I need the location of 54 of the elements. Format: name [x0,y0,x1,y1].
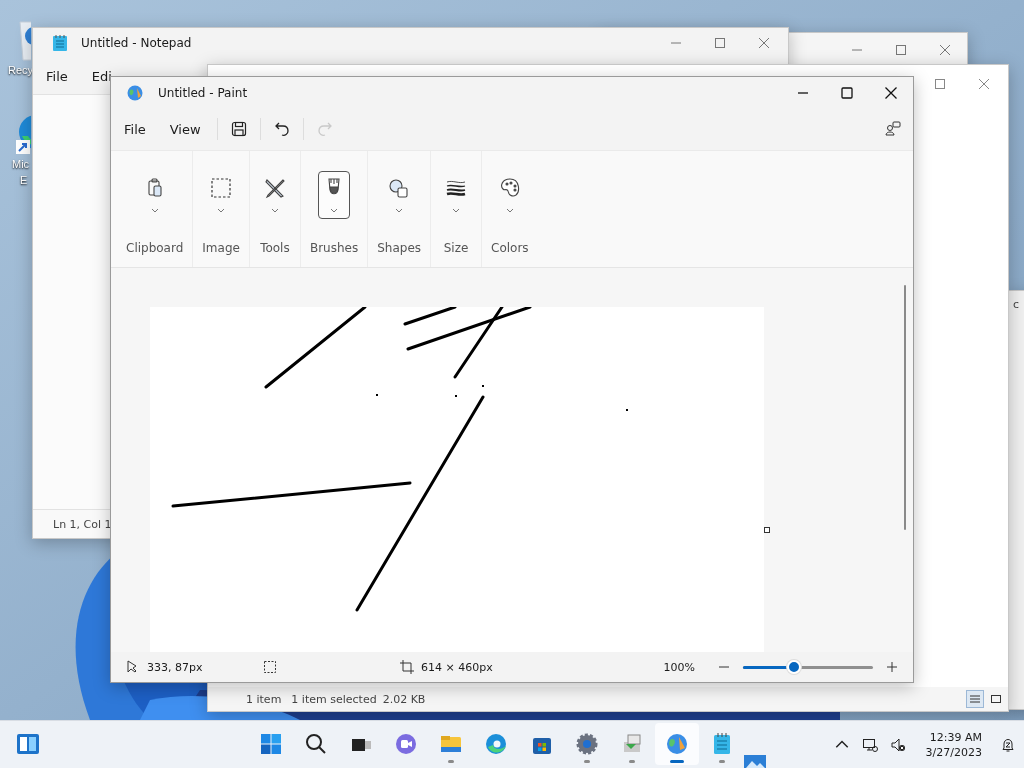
square-icon [990,693,1002,705]
notepad-icon [52,34,68,52]
canvas-size: 614 × 460px [421,660,493,674]
feedback-icon[interactable] [884,120,902,138]
chevron-down-icon [394,208,405,214]
column-header: c [1013,298,1020,311]
ribbon-group-label: Image [202,241,240,255]
chevron-down-icon [216,208,227,214]
brushes-tool-button[interactable] [318,171,351,219]
chevron-down-icon [329,208,340,214]
notification-bell-icon[interactable] [1000,737,1016,753]
zoom-slider[interactable] [743,660,873,674]
chevron-down-icon [451,208,461,214]
start-app-icon [259,732,283,756]
resize-handle[interactable] [764,527,770,533]
menu-item[interactable]: File [46,68,68,84]
paint-app-icon [664,732,689,756]
edge-app-icon [484,732,509,756]
paint-taskbar-button[interactable] [654,723,699,765]
image-icon [209,176,234,200]
photo-drag-icon [744,755,766,768]
window-title: Untitled - Paint [158,85,248,100]
status-text: 2.02 KB [382,692,426,706]
ribbon-group-label: Clipboard [126,241,184,255]
chat-app-icon [394,732,419,756]
menu-item[interactable]: File [124,121,146,137]
status-text: 1 item [246,692,282,706]
cursor-position: 333, 87px [147,660,204,674]
ribbon-group-label: Tools [260,241,290,255]
chevron-down-icon [149,208,160,214]
clock-time[interactable]: 12:39 AM [929,730,982,745]
widgets-icon[interactable] [16,732,40,756]
window-title: Untitled - Notepad [81,36,192,50]
status-text: 1 item selected [291,692,377,706]
menu-item[interactable]: View [169,121,201,137]
ribbon-group-label: Shapes [377,241,421,255]
chevron-down-icon [269,208,280,214]
pointer-icon [125,660,139,674]
clock-date[interactable]: 3/27/2023 [925,745,982,760]
list-lines-icon [969,693,981,705]
zoom-percent: 100% [663,660,695,674]
palette-globe-icon [126,83,144,102]
ribbon-group-label: Brushes [309,241,359,255]
ribbon-group-label: Colors [491,241,529,255]
ribbon-group-label: Size [443,241,469,255]
chevron-down-icon [504,208,515,214]
muted-speaker-icon[interactable] [889,737,906,753]
selection-icon [263,660,277,674]
status-text: Ln 1, Col 1 [53,517,112,531]
network-icon[interactable] [861,737,878,753]
settings-app-icon [574,732,599,756]
canvas-size-icon [400,660,414,674]
zoom-in-button[interactable] [885,660,899,674]
scrollbar-thumb[interactable] [904,285,906,530]
